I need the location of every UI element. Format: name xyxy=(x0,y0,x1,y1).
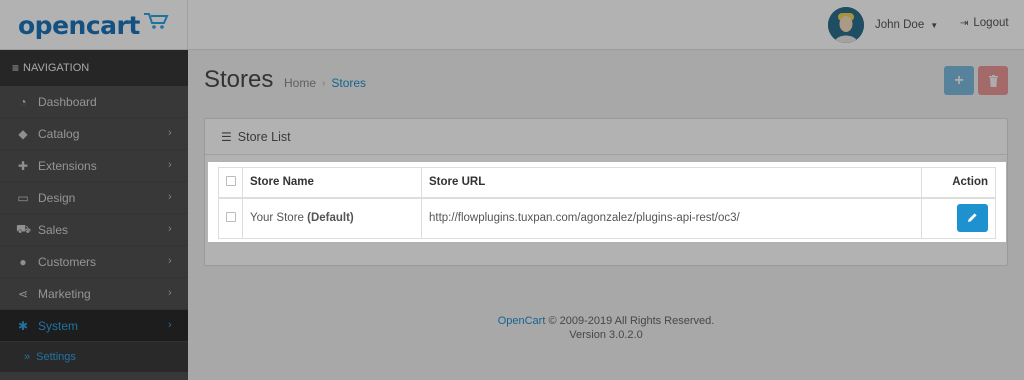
column-header-store-url[interactable]: Store URL xyxy=(421,167,922,199)
table-header-row: Store Name Store URL Action xyxy=(218,167,996,199)
action-cell xyxy=(921,197,996,239)
default-tag: (Default) xyxy=(307,212,354,225)
pencil-icon xyxy=(968,213,977,223)
row-checkbox[interactable] xyxy=(225,211,236,222)
column-header-store-name[interactable]: Store Name xyxy=(242,167,422,199)
store-name: Your Store xyxy=(250,212,304,225)
select-all-cell xyxy=(218,167,243,199)
select-all-checkbox[interactable] xyxy=(225,175,236,186)
store-name-cell: Your Store (Default) xyxy=(242,197,422,239)
store-table: Store Name Store URL Action Your Store (… xyxy=(218,167,996,239)
dim-overlay xyxy=(0,162,208,242)
highlighted-store-table: Store Name Store URL Action Your Store (… xyxy=(208,162,1006,242)
column-header-action: Action xyxy=(921,167,996,199)
edit-button[interactable] xyxy=(957,204,988,233)
dim-overlay xyxy=(1006,162,1024,242)
store-url-cell: http://flowplugins.tuxpan.com/agonzalez/… xyxy=(421,197,922,239)
dim-overlay xyxy=(0,0,1024,162)
dim-overlay xyxy=(0,242,1024,380)
table-row: Your Store (Default) http://flowplugins.… xyxy=(218,197,996,239)
row-select-cell xyxy=(218,197,243,239)
